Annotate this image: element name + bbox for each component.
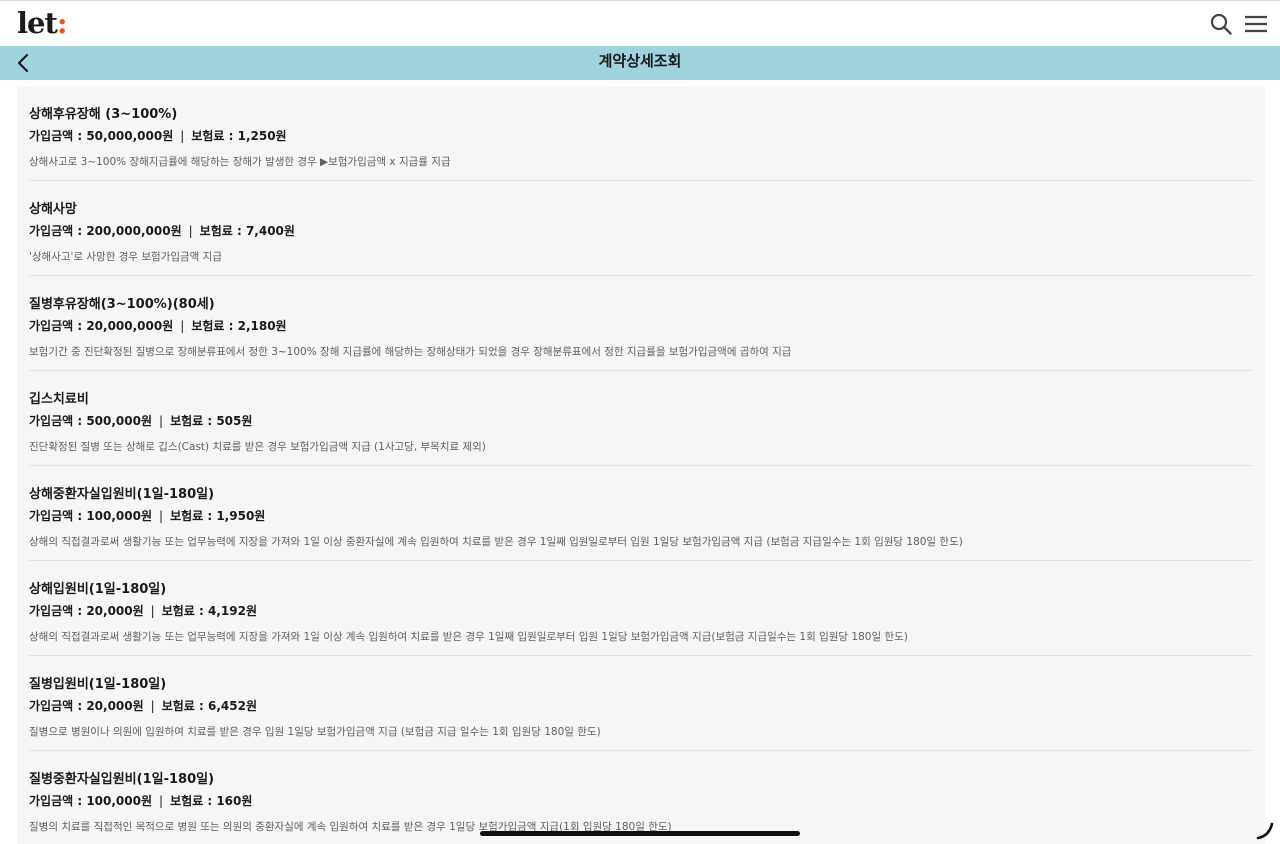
amount-separator: | <box>180 319 185 333</box>
coverage-amounts: 가입금액 : 200,000,000원 | 보험료 : 7,400원 <box>29 222 295 239</box>
coverage-description: 질병으로 병원이나 의원에 입원하여 치료를 받은 경우 입원 1일당 보험가입… <box>29 726 601 738</box>
coverage-premium: 보험료 : 7,400원 <box>199 224 295 238</box>
page-title: 계약상세조회 <box>598 52 682 70</box>
search-icon[interactable] <box>1210 13 1232 35</box>
coverage-amounts: 가입금액 : 20,000원 | 보험료 : 4,192원 <box>29 602 257 619</box>
coverage-title: 질병중환자실입원비(1일-180일) <box>29 772 215 787</box>
coverage-title: 질병후유장해(3~100%)(80세) <box>29 297 215 312</box>
top-bar: let: <box>0 0 1280 46</box>
amount-separator: | <box>180 129 185 143</box>
coverage-amounts: 가입금액 : 100,000원 | 보험료 : 1,950원 <box>29 507 265 524</box>
coverage-item: 깁스치료비 가입금액 : 500,000원 | 보험료 : 505원 진단확정된 질… <box>29 371 1253 466</box>
coverage-description: 상해사고로 3~100% 장해지급률에 해당하는 장해가 발생한 경우 ▶보험가… <box>29 156 451 168</box>
coverage-amounts: 가입금액 : 100,000원 | 보험료 : 160원 <box>29 792 252 809</box>
amount-separator: | <box>150 699 155 713</box>
coverage-item: 상해입원비(1일-180일) 가입금액 : 20,000원 | 보험료 : 4,19… <box>29 561 1253 656</box>
coverage-title: 상해중환자실입원비(1일-180일) <box>29 487 215 502</box>
coverage-description: 상해의 직접결과로써 생활기능 또는 업무능력에 지장을 가져와 1일 이상 계… <box>29 631 908 643</box>
coverage-title: 상해사망 <box>29 202 77 217</box>
coverage-amounts: 가입금액 : 20,000,000원 | 보험료 : 2,180원 <box>29 317 287 334</box>
amount-separator: | <box>159 414 164 428</box>
coverage-amount: 가입금액 : 50,000,000원 <box>29 129 174 143</box>
coverage-amount: 가입금액 : 100,000원 <box>29 509 153 523</box>
coverage-item: 질병후유장해(3~100%)(80세) 가입금액 : 20,000,000원 | 보… <box>29 276 1253 371</box>
coverage-amounts: 가입금액 : 50,000,000원 | 보험료 : 1,250원 <box>29 127 287 144</box>
coverage-premium: 보험료 : 6,452원 <box>161 699 257 713</box>
coverage-amount: 가입금액 : 500,000원 <box>29 414 153 428</box>
coverage-premium: 보험료 : 505원 <box>170 414 253 428</box>
hamburger-menu-icon[interactable] <box>1244 14 1268 34</box>
coverage-premium: 보험료 : 4,192원 <box>161 604 257 618</box>
coverage-description: '상해사고'로 사망한 경우 보험가입금액 지급 <box>29 251 223 263</box>
coverage-premium: 보험료 : 160원 <box>170 794 253 808</box>
coverage-description: 진단확정된 질병 또는 상해로 깁스(Cast) 치료를 받은 경우 보험가입금… <box>29 441 486 453</box>
coverage-premium: 보험료 : 1,250원 <box>191 129 287 143</box>
coverage-description: 보험기간 중 진단확정된 질병으로 장해분류표에서 정한 3~100% 장해 지… <box>29 346 792 358</box>
coverage-item: 질병입원비(1일-180일) 가입금액 : 20,000원 | 보험료 : 6,45… <box>29 656 1253 751</box>
subheader-bar: 계약상세조회 <box>0 46 1280 80</box>
coverage-item: 상해후유장해 (3~100%) 가입금액 : 50,000,000원 | 보험료 :… <box>29 86 1253 181</box>
coverage-item: 상해중환자실입원비(1일-180일) 가입금액 : 100,000원 | 보험료 :… <box>29 466 1253 561</box>
coverage-amount: 가입금액 : 20,000원 <box>29 699 144 713</box>
coverage-amount: 가입금액 : 200,000,000원 <box>29 224 182 238</box>
amount-separator: | <box>159 794 164 808</box>
amount-separator: | <box>188 224 193 238</box>
coverage-list[interactable]: 상해후유장해 (3~100%) 가입금액 : 50,000,000원 | 보험료 :… <box>17 86 1265 844</box>
coverage-amount: 가입금액 : 20,000,000원 <box>29 319 174 333</box>
coverage-premium: 보험료 : 1,950원 <box>170 509 266 523</box>
home-indicator[interactable] <box>480 831 800 836</box>
coverage-title: 깁스치료비 <box>29 392 89 407</box>
amount-separator: | <box>159 509 164 523</box>
coverage-amount: 가입금액 : 100,000원 <box>29 794 153 808</box>
coverage-title: 상해후유장해 (3~100%) <box>29 107 178 122</box>
logo-colon: : <box>56 6 68 40</box>
coverage-amount: 가입금액 : 20,000원 <box>29 604 144 618</box>
coverage-item: 상해사망 가입금액 : 200,000,000원 | 보험료 : 7,400원 '상… <box>29 181 1253 276</box>
amount-separator: | <box>150 604 155 618</box>
coverage-amounts: 가입금액 : 20,000원 | 보험료 : 6,452원 <box>29 697 257 714</box>
resize-handle-icon[interactable] <box>1255 820 1275 840</box>
logo-text: let <box>17 6 58 40</box>
coverage-amounts: 가입금액 : 500,000원 | 보험료 : 505원 <box>29 412 252 429</box>
logo[interactable]: let: <box>17 5 68 41</box>
coverage-description: 상해의 직접결과로써 생활기능 또는 업무능력에 지장을 가져와 1일 이상 중… <box>29 536 963 548</box>
coverage-title: 상해입원비(1일-180일) <box>29 582 167 597</box>
coverage-premium: 보험료 : 2,180원 <box>191 319 287 333</box>
coverage-title: 질병입원비(1일-180일) <box>29 677 167 692</box>
